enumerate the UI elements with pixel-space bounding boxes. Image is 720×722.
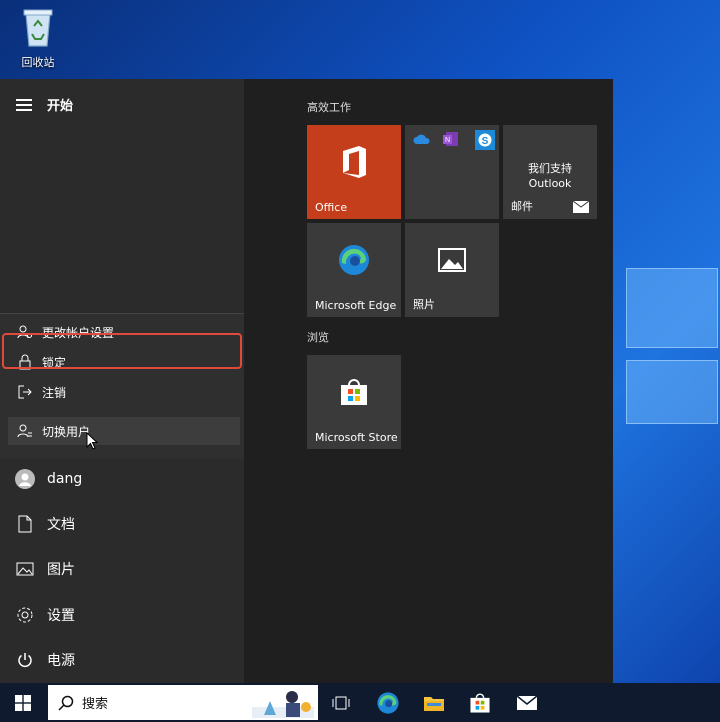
tile-office-apps-folder[interactable]: N S	[405, 125, 499, 219]
rail-power[interactable]: 电源	[0, 640, 244, 680]
sign-out-icon	[14, 384, 36, 400]
tile-mail-label: 邮件	[511, 200, 533, 213]
recycle-bin-label: 回收站	[21, 56, 55, 69]
task-view-icon	[332, 696, 350, 709]
rail-pictures[interactable]: 图片	[0, 549, 244, 589]
start-button[interactable]	[0, 683, 46, 722]
tile-photos[interactable]: 照片	[405, 223, 499, 317]
rail-documents-label: 文档	[47, 517, 75, 533]
hamburger-menu-icon[interactable]	[16, 99, 32, 111]
user-avatar-icon	[14, 469, 36, 489]
pictures-icon	[14, 562, 36, 576]
group-productivity: 高效工作	[307, 101, 351, 114]
svg-text:N: N	[445, 137, 450, 144]
recycle-bin[interactable]: 回收站	[14, 4, 62, 70]
onenote-icon: N	[443, 132, 458, 146]
mail-icon	[516, 694, 538, 710]
tile-store-label: Microsoft Store	[315, 431, 398, 444]
windows-logo-icon	[15, 694, 31, 711]
rail-settings-label: 设置	[47, 608, 75, 624]
rail-user-label: dang	[47, 471, 83, 487]
search-label: 搜索	[82, 697, 109, 712]
store-icon	[470, 692, 490, 713]
store-icon	[341, 379, 367, 405]
start-rail: 开始 更改帐户设置 锁定 注销 切换用户 dang 文档 图片 设置 电源	[0, 79, 244, 683]
switch-user-icon	[14, 423, 36, 439]
tile-office[interactable]: Office	[307, 125, 401, 219]
rail-pictures-label: 图片	[47, 562, 75, 578]
rail-power-label: 电源	[47, 653, 75, 669]
sign-out[interactable]: 注销	[8, 378, 240, 406]
rail-user[interactable]: dang	[0, 459, 244, 499]
tile-mail-title-line1: 我们支持	[528, 162, 572, 175]
mouse-cursor-icon	[86, 432, 98, 450]
onedrive-icon	[413, 134, 430, 144]
gear-icon	[14, 606, 36, 624]
tile-office-label: Office	[315, 201, 348, 214]
tile-photos-label: 照片	[413, 298, 435, 311]
taskbar-search[interactable]: 搜索	[48, 685, 318, 720]
search-highlight-illustration	[252, 691, 314, 718]
start-title: 开始	[47, 99, 74, 114]
power-icon	[14, 652, 36, 668]
switch-user-label: 切换用户	[42, 424, 91, 439]
sign-out-label: 注销	[42, 385, 67, 400]
recycle-bin-icon	[23, 9, 53, 47]
rail-settings[interactable]: 设置	[0, 595, 244, 635]
mail-envelope-icon	[573, 201, 589, 213]
switch-user-highlight	[2, 333, 242, 369]
file-explorer-icon	[424, 696, 444, 711]
taskbar: 搜索	[0, 683, 720, 722]
group-browse: 浏览	[307, 331, 329, 344]
skype-icon: S	[475, 130, 495, 150]
edge-icon	[377, 691, 399, 714]
tile-edge[interactable]: Microsoft Edge	[307, 223, 401, 317]
tile-mail-title-line2: Outlook	[528, 177, 572, 190]
tile-mail[interactable]: 我们支持 Outlook 邮件	[503, 125, 597, 219]
taskbar-store[interactable]	[460, 683, 500, 722]
rail-documents[interactable]: 文档	[0, 504, 244, 544]
taskbar-edge[interactable]	[368, 683, 408, 722]
tile-store[interactable]: Microsoft Store	[307, 355, 401, 449]
edge-icon	[339, 245, 369, 275]
taskbar-mail[interactable]	[507, 683, 547, 722]
office-icon	[343, 146, 366, 178]
document-icon	[14, 515, 36, 533]
task-view-button[interactable]	[321, 683, 361, 722]
start-menu: 开始 更改帐户设置 锁定 注销 切换用户 dang 文档 图片 设置 电源 高效…	[0, 79, 613, 683]
search-icon	[58, 695, 74, 711]
taskbar-file-explorer[interactable]	[414, 683, 454, 722]
svg-text:S: S	[482, 136, 489, 147]
switch-user[interactable]: 切换用户	[8, 417, 240, 445]
photos-icon	[438, 248, 466, 272]
tile-edge-label: Microsoft Edge	[315, 299, 397, 312]
